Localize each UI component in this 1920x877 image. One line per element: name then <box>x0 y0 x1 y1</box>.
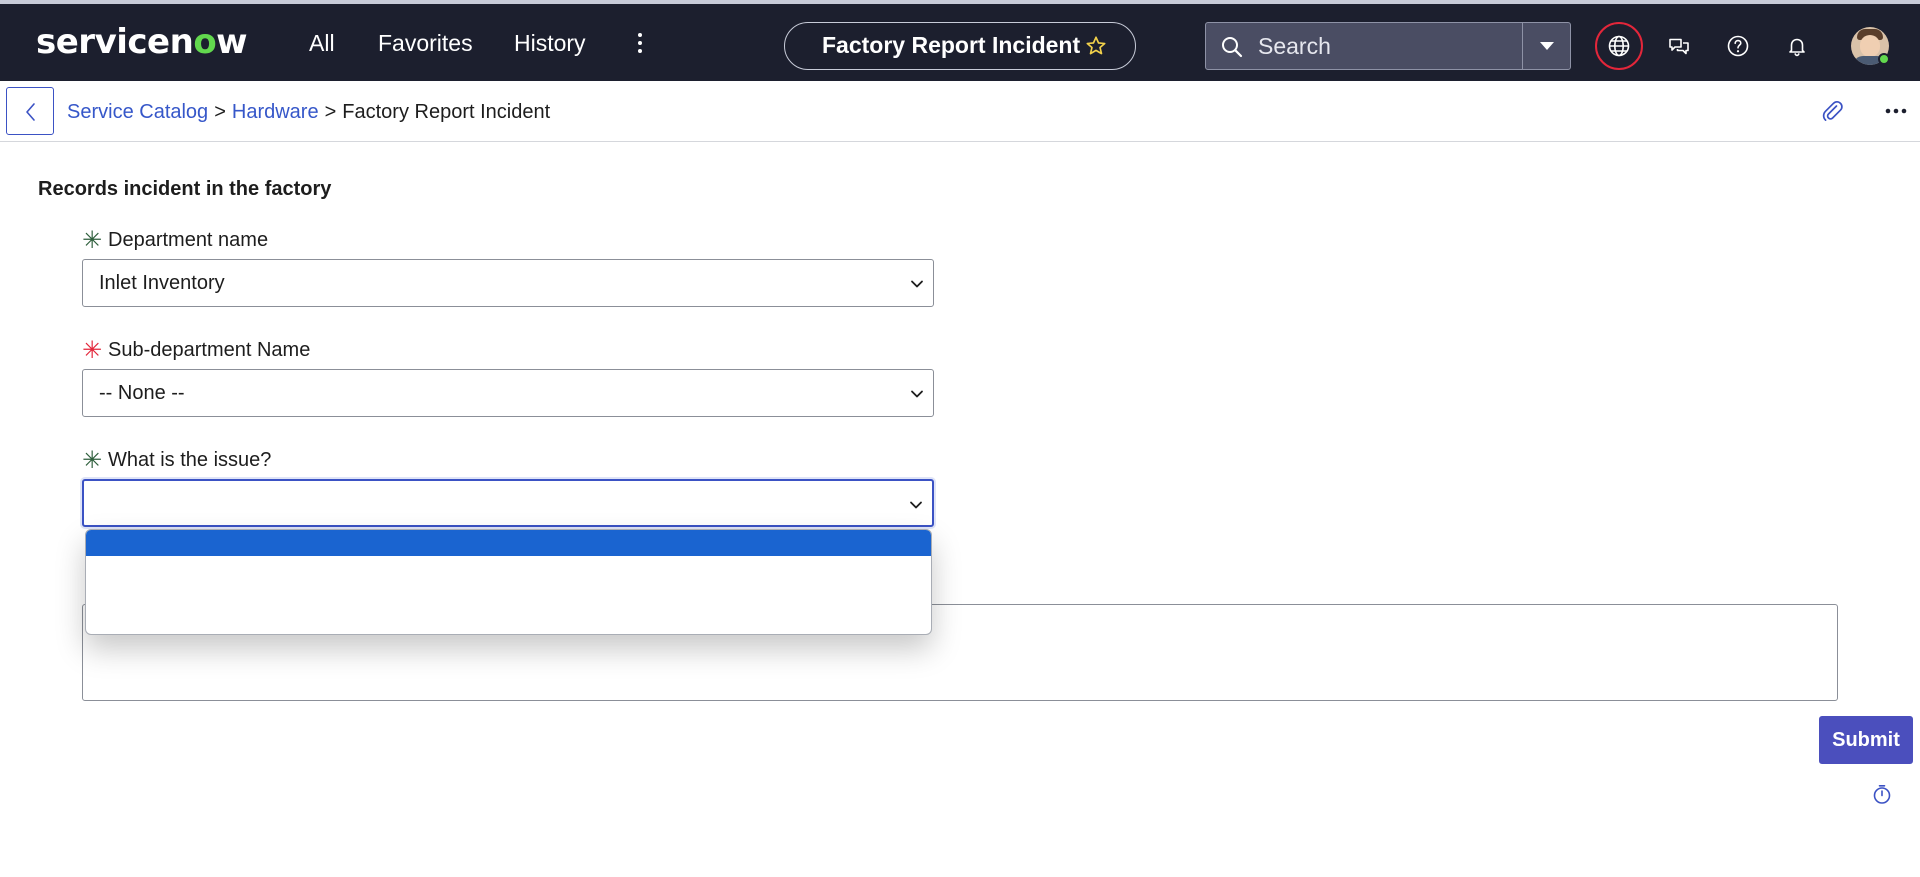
stopwatch-icon[interactable] <box>1871 783 1893 805</box>
nav-history[interactable]: History <box>514 26 586 60</box>
servicenow-logo[interactable]: servicenow <box>36 22 248 62</box>
required-marker: ✳ <box>82 337 103 364</box>
issue-select[interactable] <box>82 479 934 527</box>
chevron-down-icon <box>910 501 922 509</box>
issue-dropdown-list <box>85 529 932 635</box>
submit-button[interactable]: Submit <box>1819 716 1913 764</box>
breadcrumb-hardware[interactable]: Hardware <box>232 101 319 123</box>
breadcrumb-bar: Service Catalog > Hardware > Factory Report … <box>0 81 1920 142</box>
back-button[interactable] <box>6 87 54 135</box>
more-options-icon[interactable] <box>1880 97 1912 125</box>
issue-option-selected[interactable] <box>86 530 931 556</box>
department-name-label-text: Department name <box>108 229 269 251</box>
top-navigation-bar: servicenow All Favorites History Factory… <box>0 0 1920 81</box>
department-name-value: Inlet Inventory <box>99 272 225 294</box>
attachment-icon[interactable] <box>1818 97 1846 125</box>
chevron-down-icon <box>911 390 923 398</box>
globe-icon[interactable] <box>1599 26 1639 66</box>
search-icon <box>1222 37 1243 58</box>
breadcrumb-separator: > <box>214 101 226 123</box>
issue-label: ✳ What is the issue? <box>82 447 272 474</box>
chevron-down-icon <box>911 280 923 288</box>
nav-all[interactable]: All <box>309 26 335 60</box>
more-menu-icon[interactable] <box>632 30 648 58</box>
breadcrumb-current: Factory Report Incident <box>342 101 551 123</box>
breadcrumb-separator: > <box>324 101 337 123</box>
bell-icon[interactable] <box>1777 26 1817 66</box>
sub-department-name-value: -- None -- <box>99 382 185 404</box>
required-marker: ✳ <box>82 227 103 254</box>
sub-department-name-label-text: Sub-department Name <box>108 339 311 361</box>
logo-text-prefix: servicen <box>36 22 194 62</box>
search-input[interactable] <box>1256 29 1496 63</box>
required-marker: ✳ <box>82 447 103 474</box>
issue-label-text: What is the issue? <box>108 449 272 471</box>
help-icon[interactable] <box>1718 26 1758 66</box>
department-name-label: ✳ Department name <box>82 227 269 254</box>
issue-option[interactable] <box>86 556 931 582</box>
breadcrumb: Service Catalog > Hardware > Factory Report … <box>67 99 550 125</box>
form-description: Records incident in the factory <box>38 178 332 200</box>
page-title-pill[interactable]: Factory Report Incident <box>784 22 1136 70</box>
logo-text-suffix: w <box>216 22 248 62</box>
favorite-star-icon[interactable] <box>1085 35 1107 57</box>
logo-text-accent: o <box>193 22 217 62</box>
page-title: Factory Report Incident <box>822 32 1081 58</box>
nav-favorites[interactable]: Favorites <box>378 26 473 60</box>
chat-icon[interactable] <box>1659 26 1699 66</box>
global-search <box>1205 22 1571 70</box>
caret-down-icon <box>1540 42 1554 50</box>
sub-department-name-label: ✳ Sub-department Name <box>82 337 311 364</box>
sub-department-name-select[interactable]: -- None -- <box>82 369 934 417</box>
search-scope-dropdown[interactable] <box>1522 23 1570 69</box>
department-name-select[interactable]: Inlet Inventory <box>82 259 934 307</box>
chevron-left-icon <box>26 103 35 121</box>
breadcrumb-service-catalog[interactable]: Service Catalog <box>67 101 208 123</box>
presence-status-icon <box>1878 53 1890 65</box>
